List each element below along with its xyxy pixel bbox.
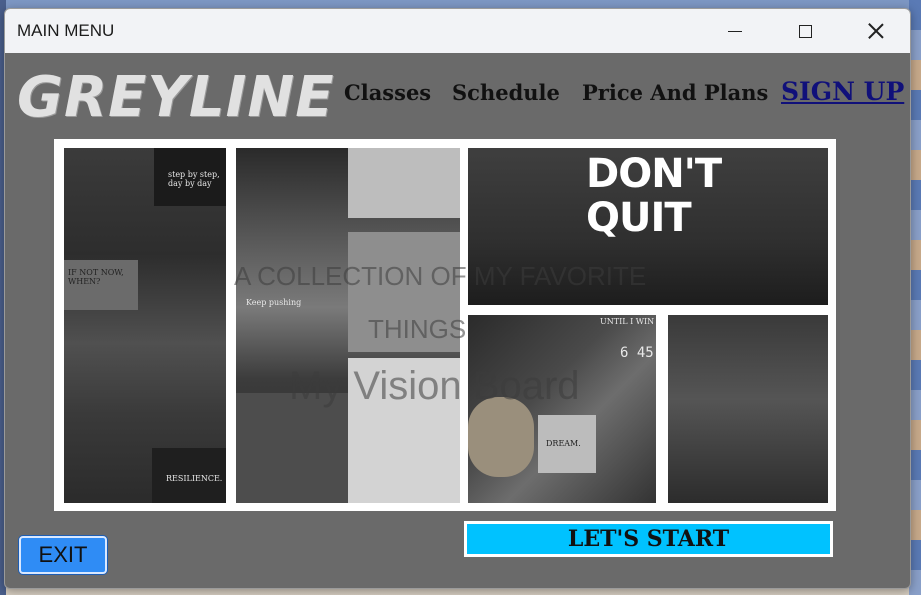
minimize-icon xyxy=(728,30,742,32)
lets-start-button[interactable]: LET'S START xyxy=(464,521,833,557)
collage-caption-box: IF NOT NOW, WHEN? xyxy=(64,260,138,310)
maximize-button[interactable] xyxy=(772,9,838,53)
close-button[interactable] xyxy=(843,9,909,53)
keep-pushing-label: Keep pushing xyxy=(246,298,302,307)
nav-price-plans-link[interactable]: Price And Plans xyxy=(582,80,768,105)
sign-up-link[interactable]: SIGN UP xyxy=(781,77,904,106)
collage-tile-gym-3 xyxy=(668,315,828,503)
until-label: UNTIL I WIN xyxy=(600,317,655,326)
close-icon xyxy=(868,23,884,39)
collage-caption-box: step by step, day by day xyxy=(154,148,226,206)
title-bar[interactable]: MAIN MENU xyxy=(5,9,910,53)
dream-label: DREAM. xyxy=(546,439,581,448)
collection-overlay-text: A COLLECTION OF MY FAVORITE xyxy=(234,261,647,291)
nav-classes-link[interactable]: Classes xyxy=(344,80,431,105)
collage-tile-food: DREAM. UNTIL I WIN 6 45 xyxy=(468,315,656,503)
collage-caption-box: RESILIENCE. xyxy=(152,448,226,503)
exit-button[interactable]: EXIT xyxy=(19,536,107,574)
resilience-label: RESILIENCE. xyxy=(166,474,223,483)
ifnot-label: IF NOT NOW, WHEN? xyxy=(68,268,124,286)
dont-quit-headline: DON'T QUIT xyxy=(586,151,722,241)
collage-caption-box: DREAM. xyxy=(538,415,596,473)
collage-photo xyxy=(468,397,534,477)
nav-schedule-link[interactable]: Schedule xyxy=(452,80,560,105)
vision-board-title: My Vision Board xyxy=(289,364,580,408)
step-label: step by step, day by day xyxy=(168,170,220,188)
maximize-icon xyxy=(798,24,812,38)
things-overlay-text: THINGS xyxy=(368,314,467,344)
minimize-button[interactable] xyxy=(702,9,768,53)
collage-photo xyxy=(236,393,348,503)
window-title: MAIN MENU xyxy=(17,21,115,40)
collage-tile-gym-1: step by step, day by day IF NOT NOW, WHE… xyxy=(64,148,226,503)
brand-logo: GREYLINE xyxy=(17,65,335,130)
collage-photo xyxy=(348,148,460,218)
clock-label: 6 45 xyxy=(620,345,654,361)
main-menu-window: MAIN MENU GREYLINE Classes Schedule Pric… xyxy=(4,8,911,589)
